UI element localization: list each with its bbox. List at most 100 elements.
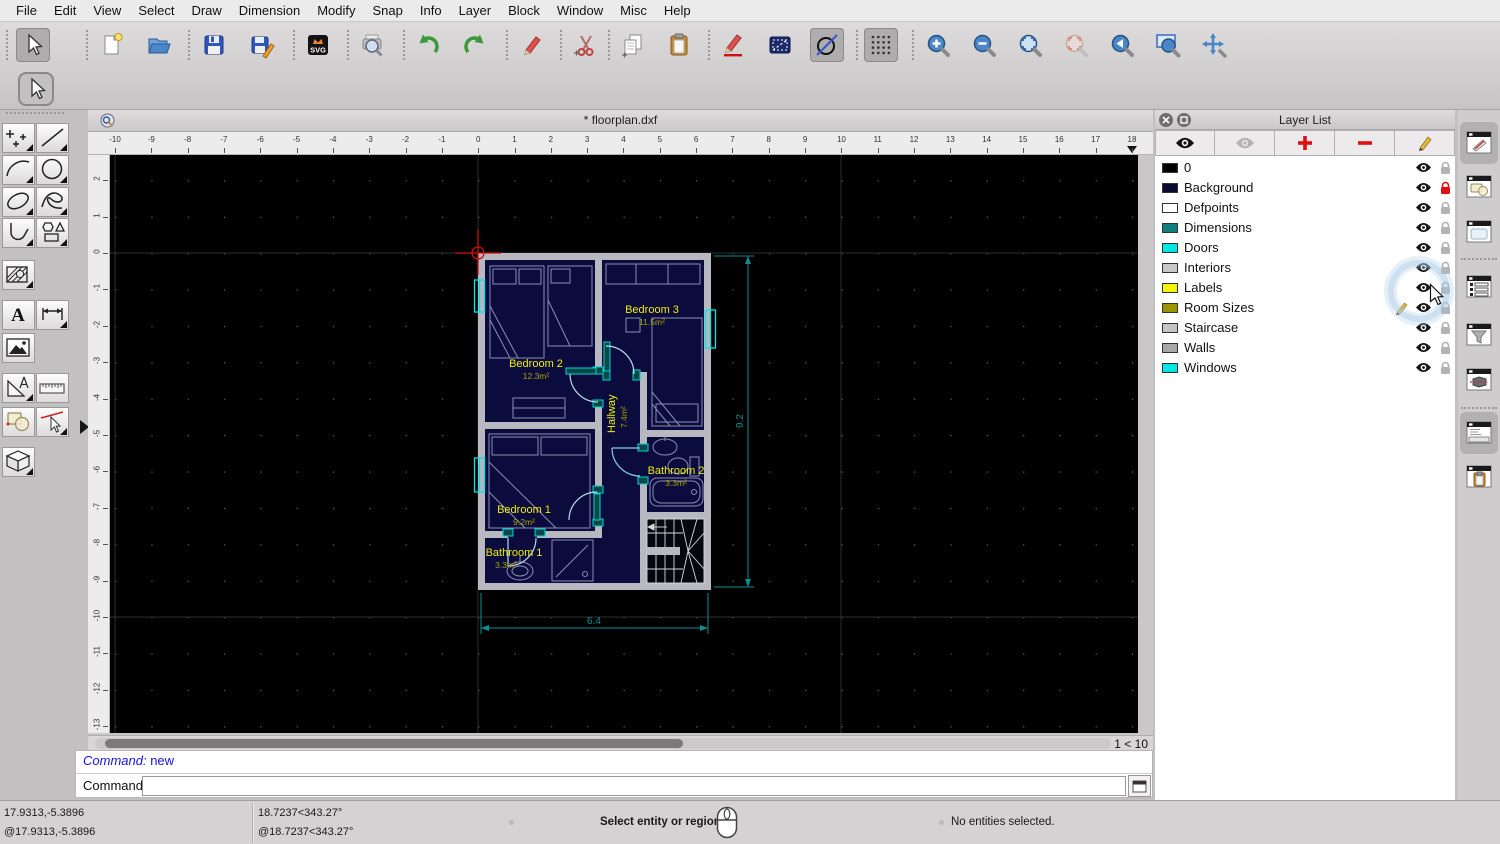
lock-icon[interactable]: [1439, 321, 1452, 335]
points-tool[interactable]: [2, 123, 35, 153]
eye-icon[interactable]: [1415, 321, 1432, 334]
modify-tool[interactable]: [2, 407, 35, 437]
layer-lock-toggle[interactable]: [1439, 361, 1452, 380]
layer-visibility-toggle[interactable]: [1415, 241, 1432, 259]
eye-icon[interactable]: [1415, 221, 1432, 234]
menu-file[interactable]: File: [14, 3, 39, 18]
cube-3d-tool[interactable]: [2, 447, 35, 477]
edit-layer-button[interactable]: [1395, 130, 1455, 156]
layer-row-dimensions[interactable]: Dimensions: [1155, 218, 1455, 238]
menu-modify[interactable]: Modify: [315, 3, 357, 18]
layer-row-staircase[interactable]: Staircase: [1155, 318, 1455, 338]
menu-view[interactable]: View: [91, 3, 123, 18]
select-window-button[interactable]: [763, 28, 797, 62]
dock-properties-button[interactable]: [1463, 128, 1495, 158]
dock-command-line-button[interactable]: [1463, 418, 1495, 448]
layer-row-labels[interactable]: Labels: [1155, 278, 1455, 298]
hide-all-layers-button[interactable]: [1215, 130, 1275, 156]
menu-snap[interactable]: Snap: [371, 3, 405, 18]
layer-visibility-toggle[interactable]: [1415, 341, 1432, 359]
spline-tool[interactable]: [36, 187, 69, 217]
zoom-pan-button[interactable]: [1197, 28, 1231, 62]
copy-button[interactable]: [616, 28, 650, 62]
eye-icon[interactable]: [1415, 361, 1432, 374]
zoom-window-button[interactable]: [1151, 28, 1185, 62]
menu-misc[interactable]: Misc: [618, 3, 649, 18]
lock-icon[interactable]: [1439, 261, 1452, 275]
save-as-button[interactable]: [245, 28, 279, 62]
select-pointer-button[interactable]: [16, 28, 50, 62]
menu-draw[interactable]: Draw: [189, 3, 223, 18]
eye-icon[interactable]: [1415, 201, 1432, 214]
dock-clipboard-button[interactable]: [1463, 462, 1495, 492]
lock-icon[interactable]: [1439, 221, 1452, 235]
eye-icon[interactable]: [1415, 241, 1432, 254]
eye-icon[interactable]: [1415, 161, 1432, 174]
dock-library-button[interactable]: [1463, 217, 1495, 247]
command-input[interactable]: [142, 776, 1126, 796]
menu-info[interactable]: Info: [418, 3, 444, 18]
image-tool[interactable]: [2, 333, 35, 363]
layer-visibility-toggle[interactable]: [1415, 221, 1432, 239]
delete-button[interactable]: [514, 28, 548, 62]
dimension-tool[interactable]: [36, 300, 69, 330]
eye-icon[interactable]: [1415, 261, 1432, 274]
shapes-tool[interactable]: [36, 218, 69, 248]
lock-icon[interactable]: [1439, 201, 1452, 215]
layer-visibility-toggle[interactable]: [1415, 201, 1432, 219]
save-button[interactable]: [197, 28, 231, 62]
ruler-tool[interactable]: [36, 373, 69, 403]
draw-pen-button[interactable]: [716, 28, 750, 62]
export-svg-button[interactable]: SVG: [301, 28, 335, 62]
lock-icon[interactable]: [1439, 241, 1452, 255]
scrollbar-thumb[interactable]: [105, 739, 683, 748]
eye-icon[interactable]: [1415, 181, 1432, 194]
layer-row-windows[interactable]: Windows: [1155, 358, 1455, 378]
layer-visibility-toggle[interactable]: [1415, 361, 1432, 379]
open-file-button[interactable]: [142, 28, 176, 62]
menu-edit[interactable]: Edit: [52, 3, 78, 18]
horizontal-scrollbar[interactable]: 1 < 10: [88, 735, 1153, 751]
scrollbar-track[interactable]: [95, 738, 1111, 749]
measure-tool[interactable]: [2, 373, 35, 403]
circle-tool[interactable]: [36, 155, 69, 185]
command-window-toggle-button[interactable]: [1128, 775, 1151, 797]
palette-handle[interactable]: [6, 112, 64, 115]
eye-icon[interactable]: [1415, 341, 1432, 354]
menu-help[interactable]: Help: [662, 3, 693, 18]
undo-button[interactable]: [411, 28, 445, 62]
hatch-tool[interactable]: [2, 260, 35, 290]
tool-select-button[interactable]: [18, 72, 54, 106]
delete-selected-tool[interactable]: [36, 407, 69, 437]
cut-button[interactable]: [568, 28, 602, 62]
layer-row-0[interactable]: 0: [1155, 158, 1455, 178]
new-file-button[interactable]: [96, 28, 130, 62]
zoom-previous-button[interactable]: [1059, 28, 1093, 62]
layer-visibility-toggle[interactable]: [1415, 161, 1432, 179]
dock-layer-list-button[interactable]: [1463, 272, 1495, 302]
snap-free-button[interactable]: [810, 28, 844, 62]
remove-layer-button[interactable]: [1335, 130, 1395, 156]
drawing-canvas[interactable]: Bedroom 2 12.3m² Bedroom 3 11.5m² Hallwa…: [110, 155, 1138, 733]
document-title-bar[interactable]: * floorplan.dxf: [88, 110, 1153, 132]
menu-layer[interactable]: Layer: [457, 3, 494, 18]
layer-row-room-sizes[interactable]: Room Sizes: [1155, 298, 1455, 318]
paste-button[interactable]: [662, 28, 696, 62]
layer-row-defpoints[interactable]: Defpoints: [1155, 198, 1455, 218]
dock-blocks-button[interactable]: [1463, 172, 1495, 202]
ellipse-tool[interactable]: [2, 187, 35, 217]
zoom-back-button[interactable]: [1105, 28, 1139, 62]
menu-dimension[interactable]: Dimension: [237, 3, 302, 18]
snap-grid-button[interactable]: [864, 28, 898, 62]
layer-visibility-toggle[interactable]: [1415, 261, 1432, 279]
zoom-in-button[interactable]: [921, 28, 955, 62]
layer-visibility-toggle[interactable]: [1415, 181, 1432, 199]
arc-tool[interactable]: [2, 155, 35, 185]
redo-button[interactable]: [458, 28, 492, 62]
lock-icon[interactable]: [1439, 181, 1452, 195]
show-all-layers-button[interactable]: [1155, 130, 1215, 156]
lock-icon[interactable]: [1439, 341, 1452, 355]
text-tool[interactable]: A: [2, 300, 35, 330]
zoom-auto-button[interactable]: [1013, 28, 1047, 62]
layer-row-background[interactable]: Background: [1155, 178, 1455, 198]
